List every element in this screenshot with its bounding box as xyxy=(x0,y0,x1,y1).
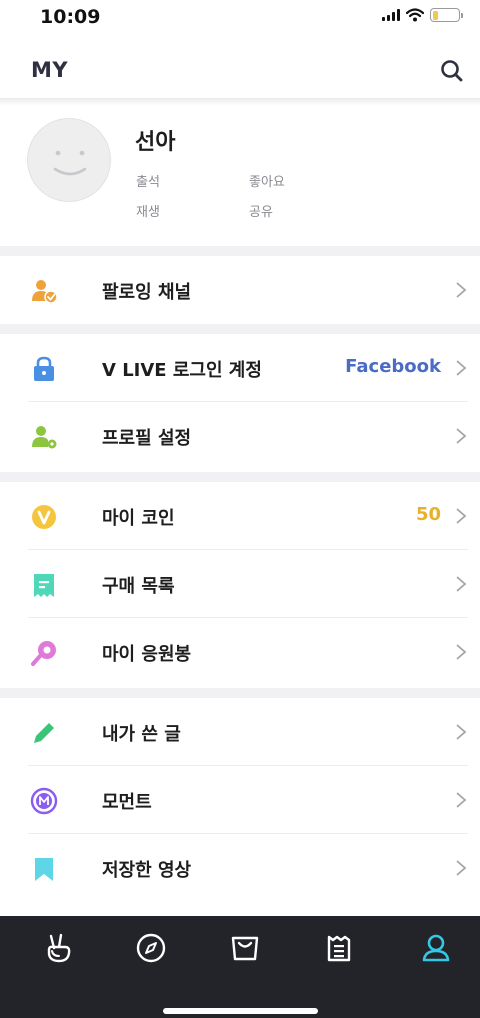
section-divider xyxy=(0,688,480,698)
menu-item-label: 프로필 설정 xyxy=(102,428,192,449)
tab-schedule[interactable] xyxy=(319,928,359,968)
pencil-icon xyxy=(34,723,54,743)
schedule-icon xyxy=(327,935,351,962)
search-icon xyxy=(441,60,463,82)
chevron-right-icon xyxy=(456,576,467,592)
wifi-icon xyxy=(406,8,424,22)
profile-name: 선아 xyxy=(135,130,176,155)
coin-icon xyxy=(32,505,56,529)
status-bar: 10:09 xyxy=(0,0,480,44)
menu-item-label: 마이 코인 xyxy=(102,508,175,529)
header-shadow xyxy=(0,98,480,106)
search-button[interactable] xyxy=(438,57,466,85)
menu-item-label: V LIVE 로그인 계정 xyxy=(102,360,262,381)
moment-icon xyxy=(30,787,58,815)
battery-icon xyxy=(430,8,463,22)
chevron-right-icon xyxy=(456,428,467,444)
menu-item-following-channels[interactable]: 팔로잉 채널 xyxy=(0,256,480,324)
tab-explore[interactable] xyxy=(131,928,171,968)
section-divider xyxy=(0,246,480,256)
menu-item-label: 마이 응원봉 xyxy=(102,644,192,665)
chevron-right-icon xyxy=(456,282,467,298)
signal-icon xyxy=(382,9,400,21)
store-icon xyxy=(231,936,259,961)
user-gear-icon xyxy=(32,426,57,449)
menu-item-saved-videos[interactable]: 저장한 영상 xyxy=(0,834,480,906)
smiley-face-icon xyxy=(53,150,87,176)
section-divider xyxy=(0,324,480,334)
tab-my[interactable] xyxy=(416,928,456,968)
receipt-icon xyxy=(34,574,54,597)
chevron-right-icon xyxy=(456,360,467,376)
menu-item-my-coin[interactable]: 마이 코인 50 xyxy=(0,482,480,550)
menu-item-label: 내가 쓴 글 xyxy=(102,724,181,745)
section-divider xyxy=(0,472,480,482)
stat-likes: 좋아요 xyxy=(249,175,285,190)
header: MY xyxy=(0,44,480,98)
tab-bar xyxy=(0,916,480,1018)
login-provider-value: Facebook xyxy=(345,356,441,377)
menu-item-label: 구매 목록 xyxy=(102,576,175,597)
user-check-icon xyxy=(32,280,58,304)
stat-plays: 재생 xyxy=(136,205,160,220)
menu-item-label: 저장한 영상 xyxy=(102,860,192,881)
menu-item-moment[interactable]: 모먼트 xyxy=(0,766,480,834)
menu-item-login-account[interactable]: V LIVE 로그인 계정 Facebook xyxy=(0,334,480,402)
profile-card: 선아 출석 좋아요 재생 공유 xyxy=(0,98,480,246)
compass-icon xyxy=(136,933,166,963)
stat-shares: 공유 xyxy=(249,205,273,220)
stat-attendance: 출석 xyxy=(136,175,160,190)
menu-item-purchase-history[interactable]: 구매 목록 xyxy=(0,550,480,618)
chevron-right-icon xyxy=(456,724,467,740)
lightstick-icon xyxy=(31,641,56,666)
chevron-right-icon xyxy=(456,644,467,660)
status-time: 10:09 xyxy=(40,6,101,28)
lock-icon xyxy=(34,356,54,381)
status-icons xyxy=(382,8,463,22)
avatar[interactable] xyxy=(27,118,111,202)
home-indicator xyxy=(163,1008,318,1014)
coin-balance: 50 xyxy=(415,504,441,525)
page-title: MY xyxy=(31,58,69,82)
tab-store[interactable] xyxy=(225,928,265,968)
tab-home[interactable] xyxy=(39,928,79,968)
bookmark-icon xyxy=(35,858,53,881)
menu-item-my-posts[interactable]: 내가 쓴 글 xyxy=(0,698,480,766)
v-hand-icon xyxy=(47,933,71,963)
menu-item-my-lightstick[interactable]: 마이 응원봉 xyxy=(0,618,480,688)
menu-item-label: 팔로잉 채널 xyxy=(102,282,192,303)
chevron-right-icon xyxy=(456,860,467,876)
battery-level xyxy=(432,10,438,20)
profile-icon xyxy=(422,934,450,962)
menu-item-profile-settings[interactable]: 프로필 설정 xyxy=(0,402,480,472)
chevron-right-icon xyxy=(456,508,467,524)
chevron-right-icon xyxy=(456,792,467,808)
menu-item-label: 모먼트 xyxy=(102,792,152,813)
